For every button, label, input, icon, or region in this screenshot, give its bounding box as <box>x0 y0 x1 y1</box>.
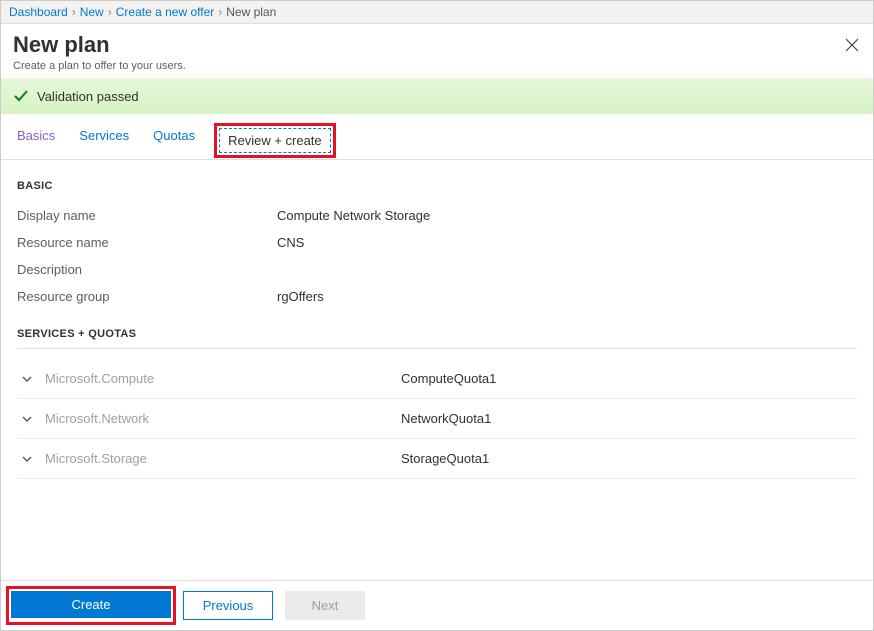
chevron-right-icon: › <box>218 5 222 19</box>
kv-resource-group: Resource group rgOffers <box>17 283 857 310</box>
kv-key: Description <box>17 262 277 277</box>
kv-value: Compute Network Storage <box>277 208 430 223</box>
page-title: New plan <box>13 32 861 58</box>
validation-banner: Validation passed <box>1 78 873 114</box>
breadcrumb-link-create-offer[interactable]: Create a new offer <box>116 5 215 19</box>
kv-key: Resource group <box>17 289 277 304</box>
chevron-down-icon <box>21 453 45 465</box>
chevron-right-icon: › <box>108 5 112 19</box>
breadcrumb-current: New plan <box>226 5 276 19</box>
tab-basics[interactable]: Basics <box>17 128 55 159</box>
kv-value: rgOffers <box>277 289 324 304</box>
service-quota: StorageQuota1 <box>401 451 489 466</box>
kv-description: Description <box>17 256 857 283</box>
breadcrumb-link-dashboard[interactable]: Dashboard <box>9 5 68 19</box>
page-header: New plan Create a plan to offer to your … <box>1 24 873 78</box>
close-icon <box>845 38 859 52</box>
create-button[interactable]: Create <box>11 591 171 618</box>
kv-key: Display name <box>17 208 277 223</box>
service-quota: ComputeQuota1 <box>401 371 496 386</box>
chevron-down-icon <box>21 413 45 425</box>
service-row-compute[interactable]: Microsoft.Compute ComputeQuota1 <box>17 359 857 399</box>
service-name: Microsoft.Storage <box>45 451 401 466</box>
service-row-storage[interactable]: Microsoft.Storage StorageQuota1 <box>17 439 857 479</box>
chevron-down-icon <box>21 373 45 385</box>
service-row-network[interactable]: Microsoft.Network NetworkQuota1 <box>17 399 857 439</box>
previous-button[interactable]: Previous <box>183 591 273 620</box>
chevron-right-icon: › <box>72 5 76 19</box>
kv-display-name: Display name Compute Network Storage <box>17 202 857 229</box>
section-label-basic: BASIC <box>17 180 857 192</box>
service-quota: NetworkQuota1 <box>401 411 491 426</box>
kv-key: Resource name <box>17 235 277 250</box>
kv-value: CNS <box>277 235 304 250</box>
tab-review-create[interactable]: Review + create <box>219 128 331 153</box>
close-button[interactable] <box>845 38 859 52</box>
create-button-highlight: Create <box>11 591 171 620</box>
breadcrumb-link-new[interactable]: New <box>80 5 104 19</box>
service-name: Microsoft.Compute <box>45 371 401 386</box>
service-name: Microsoft.Network <box>45 411 401 426</box>
validation-text: Validation passed <box>37 89 139 104</box>
tab-services[interactable]: Services <box>79 128 129 159</box>
kv-resource-name: Resource name CNS <box>17 229 857 256</box>
section-label-services-quotas: SERVICES + QUOTAS <box>17 328 857 349</box>
footer-bar: Create Previous Next <box>1 580 873 630</box>
breadcrumb: Dashboard › New › Create a new offer › N… <box>1 1 873 24</box>
page-subtitle: Create a plan to offer to your users. <box>13 60 861 72</box>
next-button: Next <box>285 591 365 620</box>
tab-bar: Basics Services Quotas Review + create <box>1 114 873 160</box>
check-icon <box>13 88 29 104</box>
tab-quotas[interactable]: Quotas <box>153 128 195 159</box>
content-area: BASIC Display name Compute Network Stora… <box>1 160 873 479</box>
